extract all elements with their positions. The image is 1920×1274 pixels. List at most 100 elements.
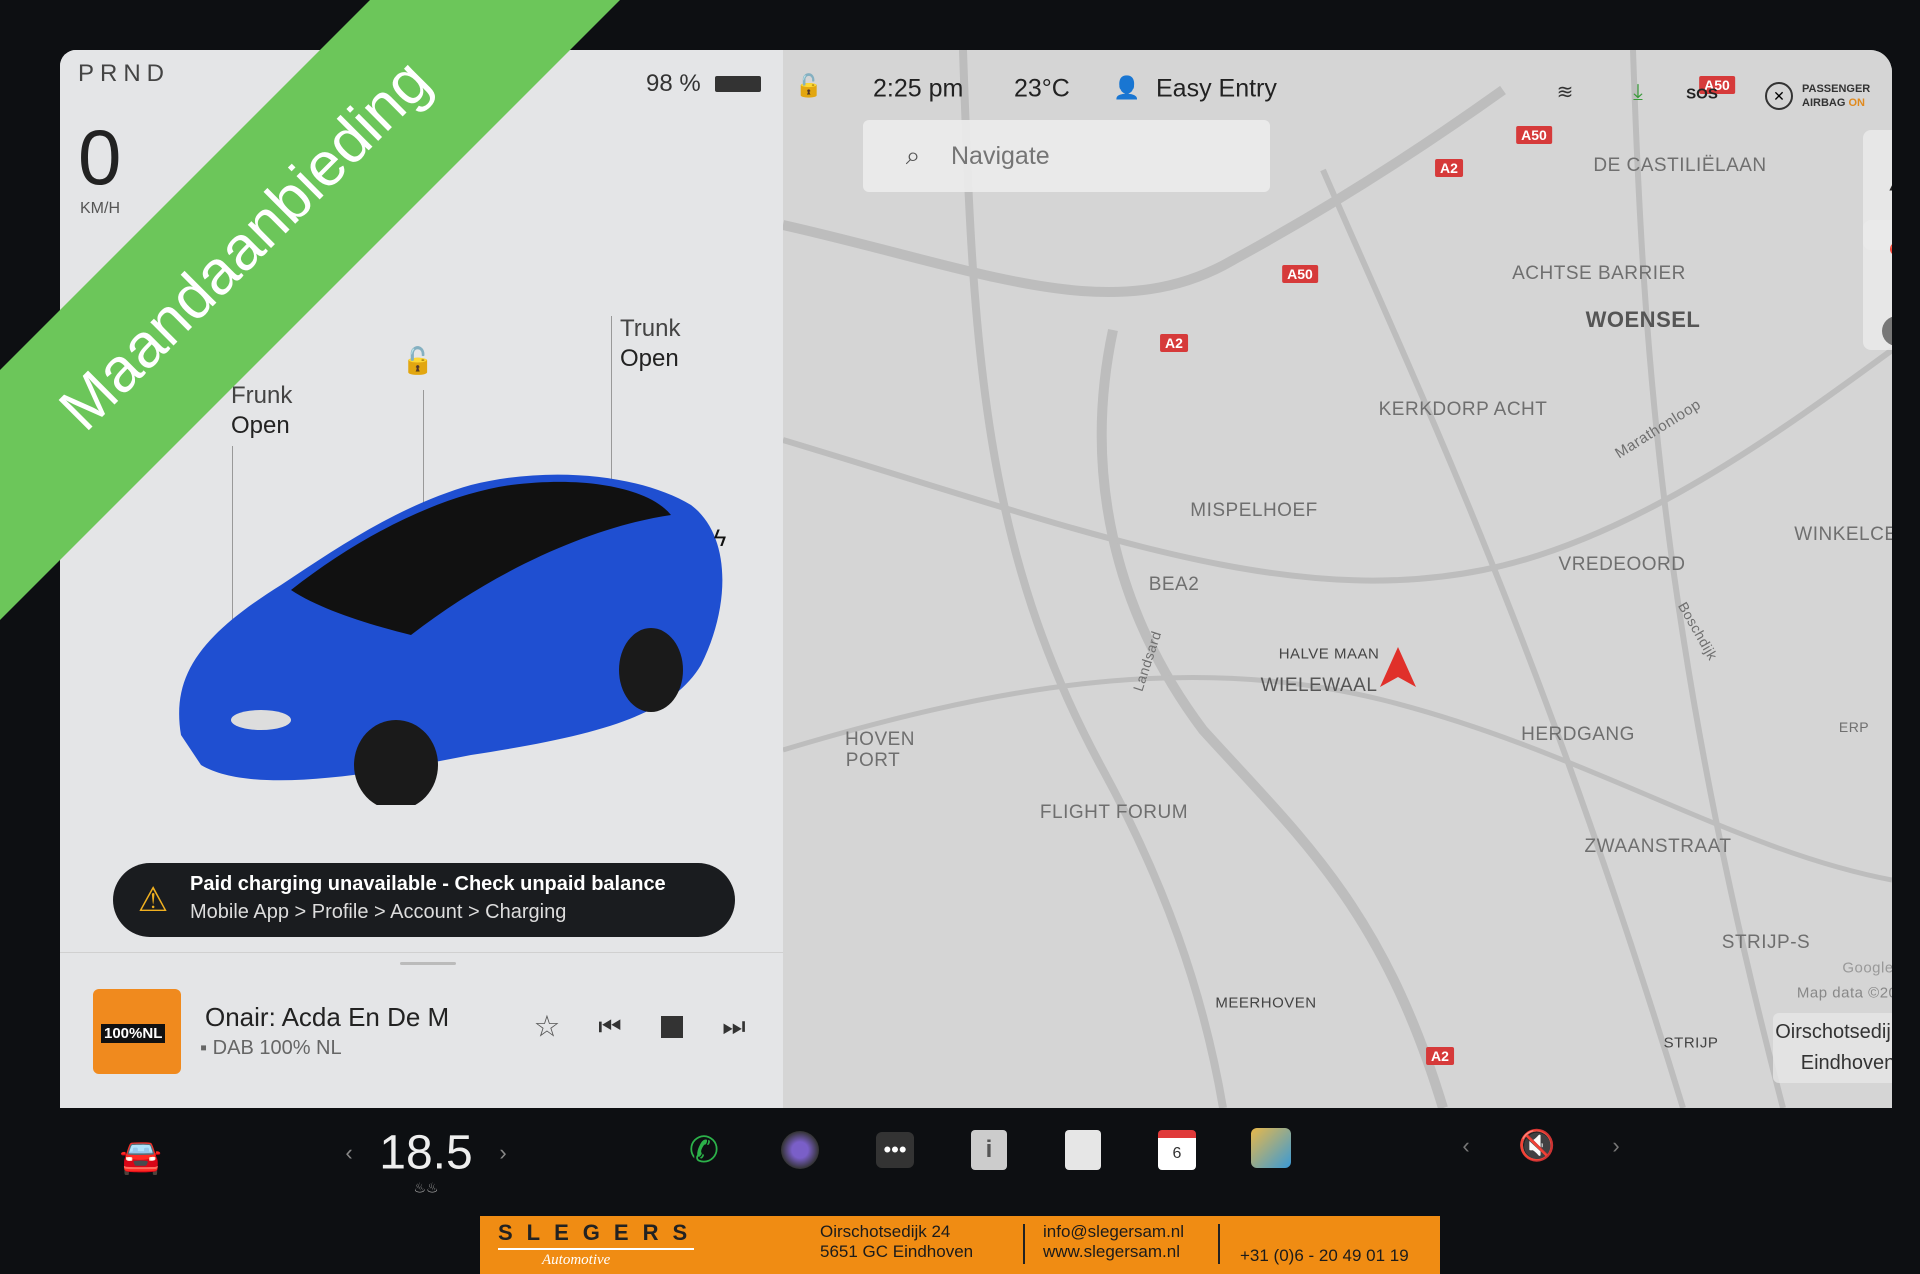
battery-icon xyxy=(715,76,761,92)
separator xyxy=(1023,1224,1025,1264)
download-icon[interactable]: ⤓ xyxy=(1633,79,1643,105)
profile-icon[interactable]: 👤 xyxy=(1113,75,1140,101)
map-label: KERKDORP ACHT xyxy=(1378,399,1548,420)
airbag-icon: ✕ xyxy=(1765,82,1793,110)
cabin-temperature[interactable]: 18.5 xyxy=(379,1126,472,1181)
taskbar: 🚘 ‹ 18.5 ♨♨ › ✆ ••• i 6 ‹ 🔇 › xyxy=(0,1108,1920,1213)
separator xyxy=(1218,1224,1220,1264)
address-line1: Oirschotsedijk 24 xyxy=(820,1222,951,1241)
airbag-state: ON xyxy=(1848,97,1865,109)
current-location-card[interactable]: Oirschotsedijk D Eindhoven xyxy=(1773,1013,1892,1083)
map-view[interactable]: DE CASTILIËLAAN ACHTSE BARRIER WOENSEL K… xyxy=(783,50,1892,1108)
mute-icon[interactable]: 🔇 xyxy=(1518,1129,1555,1164)
compass-north-icon: ▲ xyxy=(1884,167,1892,198)
map-label: MEERHOVEN xyxy=(1215,994,1317,1012)
wifi-icon: ≋ xyxy=(1556,81,1574,104)
map-label: BEA2 xyxy=(1148,574,1200,595)
more-apps-icon[interactable]: ••• xyxy=(876,1132,914,1168)
station-logo: 100%NL xyxy=(101,1024,166,1043)
calendar-icon[interactable]: 6 xyxy=(1158,1130,1196,1170)
map-label: WOENSEL xyxy=(1585,307,1701,332)
location-city: Eindhoven xyxy=(1800,1052,1892,1074)
road-shield: A2 xyxy=(1426,1047,1454,1065)
outside-temp: 23°C xyxy=(1014,74,1070,103)
trunk-label: Trunk xyxy=(620,315,681,342)
map-label: FLIGHT FORUM xyxy=(1039,802,1189,823)
toybox-icon[interactable] xyxy=(1251,1128,1291,1168)
dealer-address: Oirschotsedijk 24 5651 GC Eindhoven xyxy=(820,1222,973,1262)
navigation-arrow-icon xyxy=(1380,647,1416,687)
dealer-contact: info@slegersam.nl www.slegersam.nl xyxy=(1043,1222,1184,1262)
phone-icon[interactable]: ✆ xyxy=(689,1129,719,1171)
location-street: Oirschotsedijk D xyxy=(1775,1021,1892,1043)
map-label: ACHTSE BARRIER xyxy=(1512,263,1686,284)
compass-heading: N xyxy=(1891,143,1892,161)
seat-heater-icon[interactable]: ♨♨ xyxy=(413,1180,438,1197)
frunk-label: Frunk xyxy=(231,382,293,409)
map-label: WINKELCEN xyxy=(1794,524,1892,545)
profile-name[interactable]: Easy Entry xyxy=(1156,75,1277,104)
map-label: VREDEOORD xyxy=(1558,554,1686,575)
notepad-icon[interactable] xyxy=(1065,1130,1101,1170)
map-label: HOVEN xyxy=(844,729,916,750)
map-label: HERDGANG xyxy=(1521,724,1635,745)
sos-button[interactable]: SOS xyxy=(1686,86,1718,103)
road-shield: A50 xyxy=(1282,265,1318,283)
album-art: 100%NL xyxy=(93,989,181,1074)
media-source: ▪ DAB 100% NL xyxy=(200,1037,342,1059)
dealer-phone: +31 (0)6 - 20 49 01 19 xyxy=(1240,1246,1409,1265)
charging-alert[interactable]: ⚠ Paid charging unavailable - Check unpa… xyxy=(113,863,735,937)
gear-indicator: PRND xyxy=(78,60,171,87)
volume-up-chevron[interactable]: › xyxy=(1612,1133,1619,1159)
temp-up-chevron[interactable]: › xyxy=(499,1140,506,1166)
temp-down-chevron[interactable]: ‹ xyxy=(345,1140,352,1166)
dealer-email: info@slegersam.nl xyxy=(1043,1222,1185,1241)
unlock-icon[interactable]: 🔓 xyxy=(402,346,434,377)
stop-icon[interactable] xyxy=(661,1016,683,1038)
media-source-label: DAB 100% NL xyxy=(212,1037,342,1059)
map-attribution: Map data ©2024 xyxy=(1796,984,1892,1002)
camera-icon[interactable] xyxy=(781,1131,819,1169)
map-controls: 📍 ϟ xyxy=(1863,220,1892,350)
dealer-footer: SLEGERS Automotive Oirschotsedijk 24 565… xyxy=(480,1216,1440,1274)
road-shield: A2 xyxy=(1160,334,1188,352)
passenger-airbag-status: PASSENGER AIRBAG ON xyxy=(1802,82,1870,110)
map-label: PORT xyxy=(845,750,901,771)
map-label: ERP xyxy=(1838,719,1870,735)
map-label: MISPELHOEF xyxy=(1190,500,1318,521)
logo-underline xyxy=(498,1248,694,1250)
map-label: HALVE MAAN xyxy=(1278,645,1380,663)
media-title: Onair: Acda En De M xyxy=(205,1002,450,1032)
warning-icon: ⚠ xyxy=(137,881,169,919)
favorite-star-icon[interactable]: ☆ xyxy=(534,1010,561,1045)
pin-icon[interactable]: 📍 xyxy=(1881,242,1892,273)
drawer-handle[interactable] xyxy=(400,962,456,965)
frunk-status[interactable]: Frunk Open xyxy=(231,381,292,441)
google-logo: Google xyxy=(1842,959,1892,977)
map-label: DE CASTILIËLAAN xyxy=(1593,155,1767,176)
trunk-status[interactable]: Trunk Open xyxy=(620,314,680,374)
car-image xyxy=(179,474,723,805)
alert-title: Paid charging unavailable - Check unpaid… xyxy=(190,873,666,895)
airbag-line2: AIRBAG xyxy=(1802,97,1846,109)
car-icon[interactable]: 🚘 xyxy=(120,1137,162,1177)
lock-status-icon[interactable]: 🔓 xyxy=(795,73,822,99)
dealer-website: www.slegersam.nl xyxy=(1043,1242,1180,1261)
navigate-search[interactable]: ⌕ xyxy=(863,120,1270,192)
clock: 2:25 pm xyxy=(873,74,964,103)
divider xyxy=(60,952,783,953)
previous-track-icon[interactable]: ⏮ xyxy=(598,1011,621,1043)
search-icon: ⌕ xyxy=(905,140,921,170)
battery-percent: 98 % xyxy=(646,70,701,97)
next-track-icon[interactable]: ⏭ xyxy=(722,1011,745,1043)
address-line2: 5651 GC Eindhoven xyxy=(820,1242,974,1261)
speed-value: 0 xyxy=(78,113,122,201)
alert-path: Mobile App > Profile > Account > Chargin… xyxy=(190,901,567,923)
manual-info-icon[interactable]: i xyxy=(971,1130,1007,1170)
charger-icon[interactable]: ϟ xyxy=(1882,316,1892,346)
trunk-state: Open xyxy=(620,345,679,372)
navigate-input[interactable] xyxy=(951,138,1251,174)
map-label: WIELEWAAL xyxy=(1260,675,1378,696)
frunk-state: Open xyxy=(231,412,290,439)
volume-down-chevron[interactable]: ‹ xyxy=(1462,1133,1469,1159)
